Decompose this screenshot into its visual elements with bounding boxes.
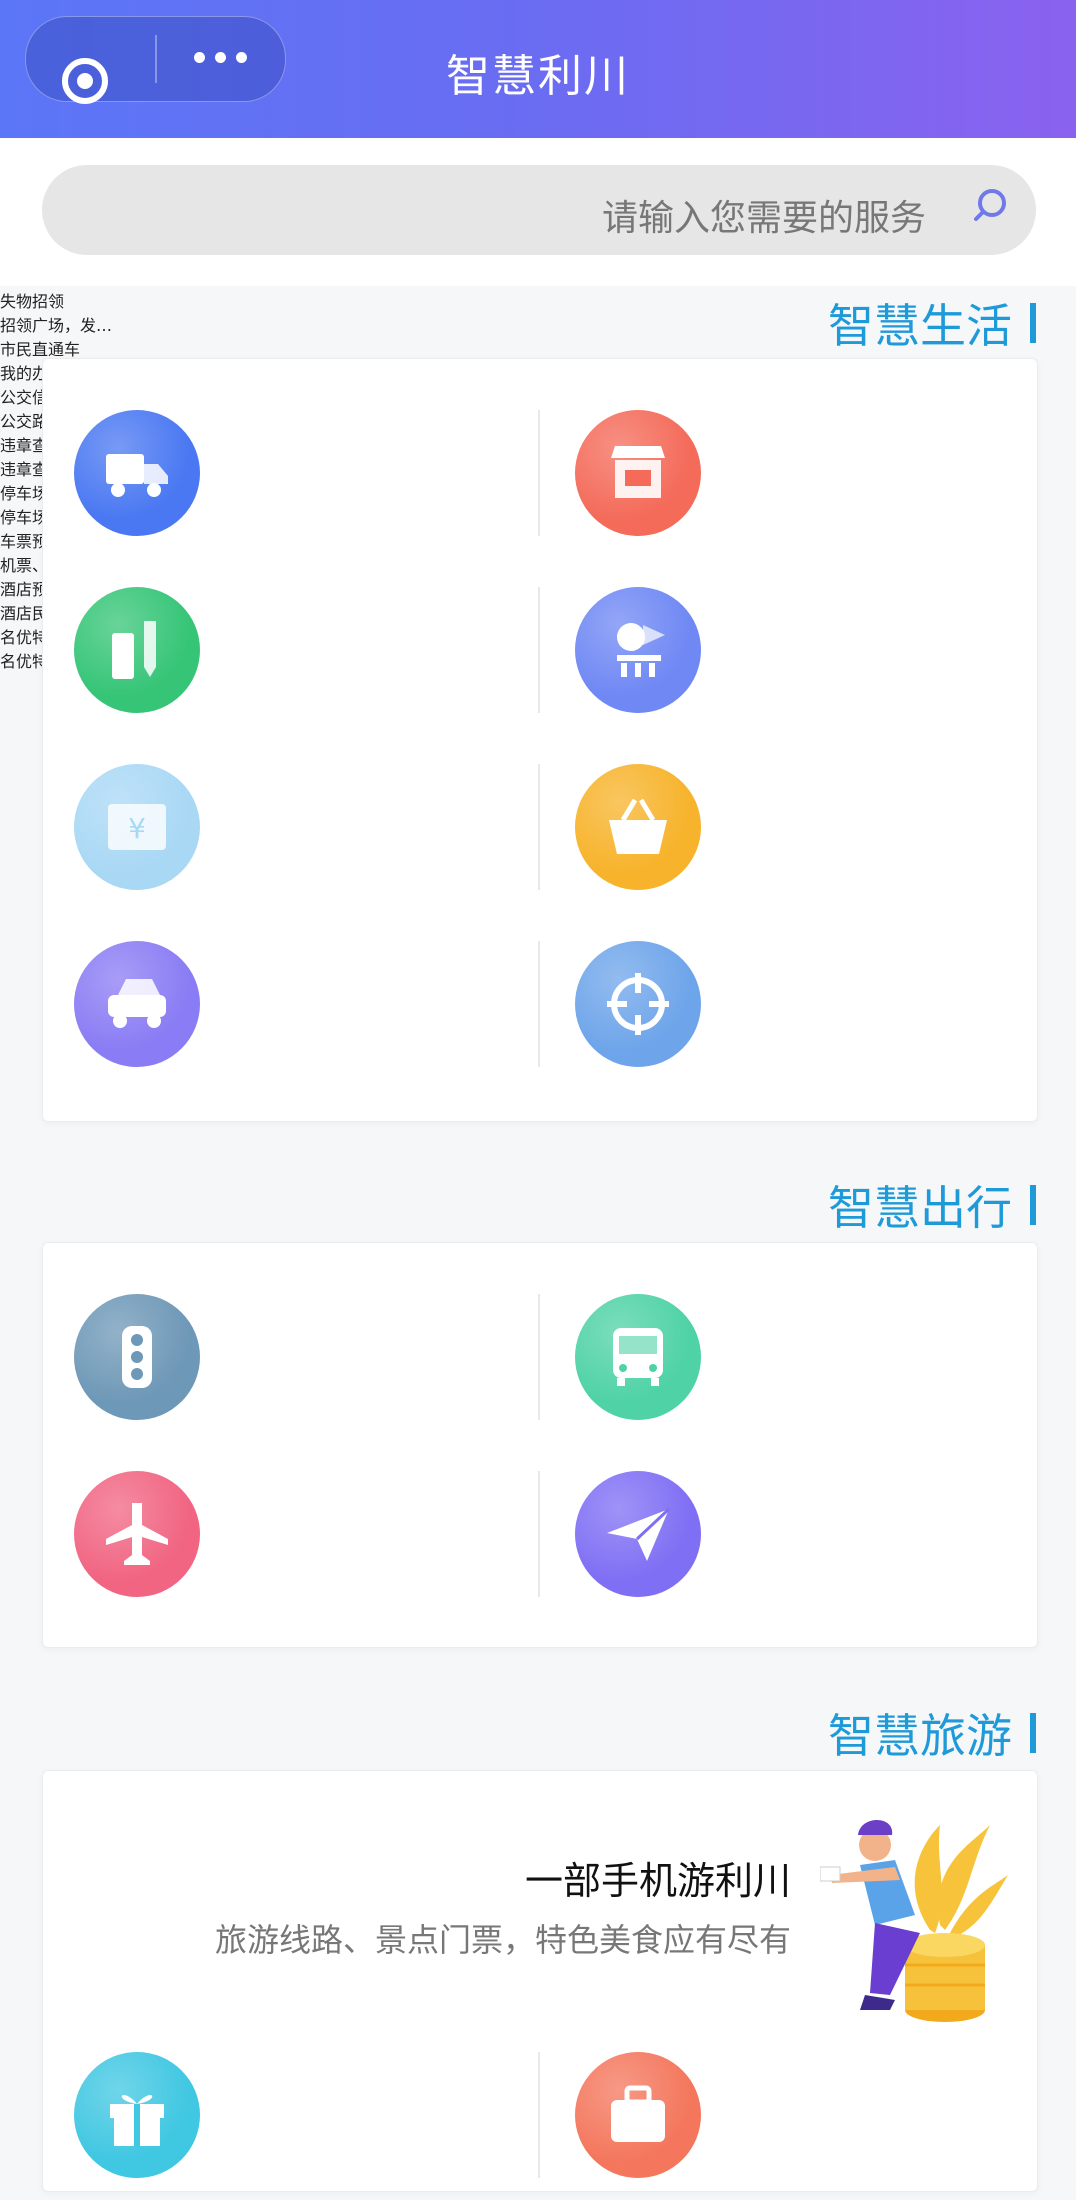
section-header-tourism: 智慧旅游 (828, 1700, 1036, 1766)
truck-icon (74, 410, 200, 536)
airplane-icon (74, 1471, 200, 1597)
bus-icon (575, 1294, 701, 1420)
tourism-illustration[interactable] (820, 1805, 1010, 2035)
fund-icon (575, 587, 701, 713)
traffic-light-icon (74, 1294, 200, 1420)
shop-icon (575, 410, 701, 536)
section-title-tourism: 智慧旅游 (828, 1709, 1012, 1763)
section-header-life: 智慧生活 (828, 290, 1036, 356)
gift-icon (74, 2052, 200, 2178)
basket-icon (575, 764, 701, 890)
promo-title: 一部手机游利川 (524, 1859, 791, 1903)
ticket-icon (74, 764, 200, 890)
page-title: 智慧利川 (446, 51, 630, 102)
tools-icon (74, 587, 200, 713)
suitcase-icon (575, 2052, 701, 2178)
promo-subtitle: 旅游线路、景点门票，特色美食应有尽有 (214, 1921, 791, 1959)
section-title-life: 智慧生活 (828, 299, 1012, 353)
target-icon (575, 941, 701, 1067)
paper-plane-icon (575, 1471, 701, 1597)
car-icon (74, 941, 200, 1067)
section-header-travel: 智慧出行 (828, 1172, 1036, 1238)
section-title-travel: 智慧出行 (828, 1181, 1012, 1235)
search-placeholder: 请输入您需要的服务 (601, 198, 926, 239)
search-icon[interactable] (972, 186, 1010, 224)
